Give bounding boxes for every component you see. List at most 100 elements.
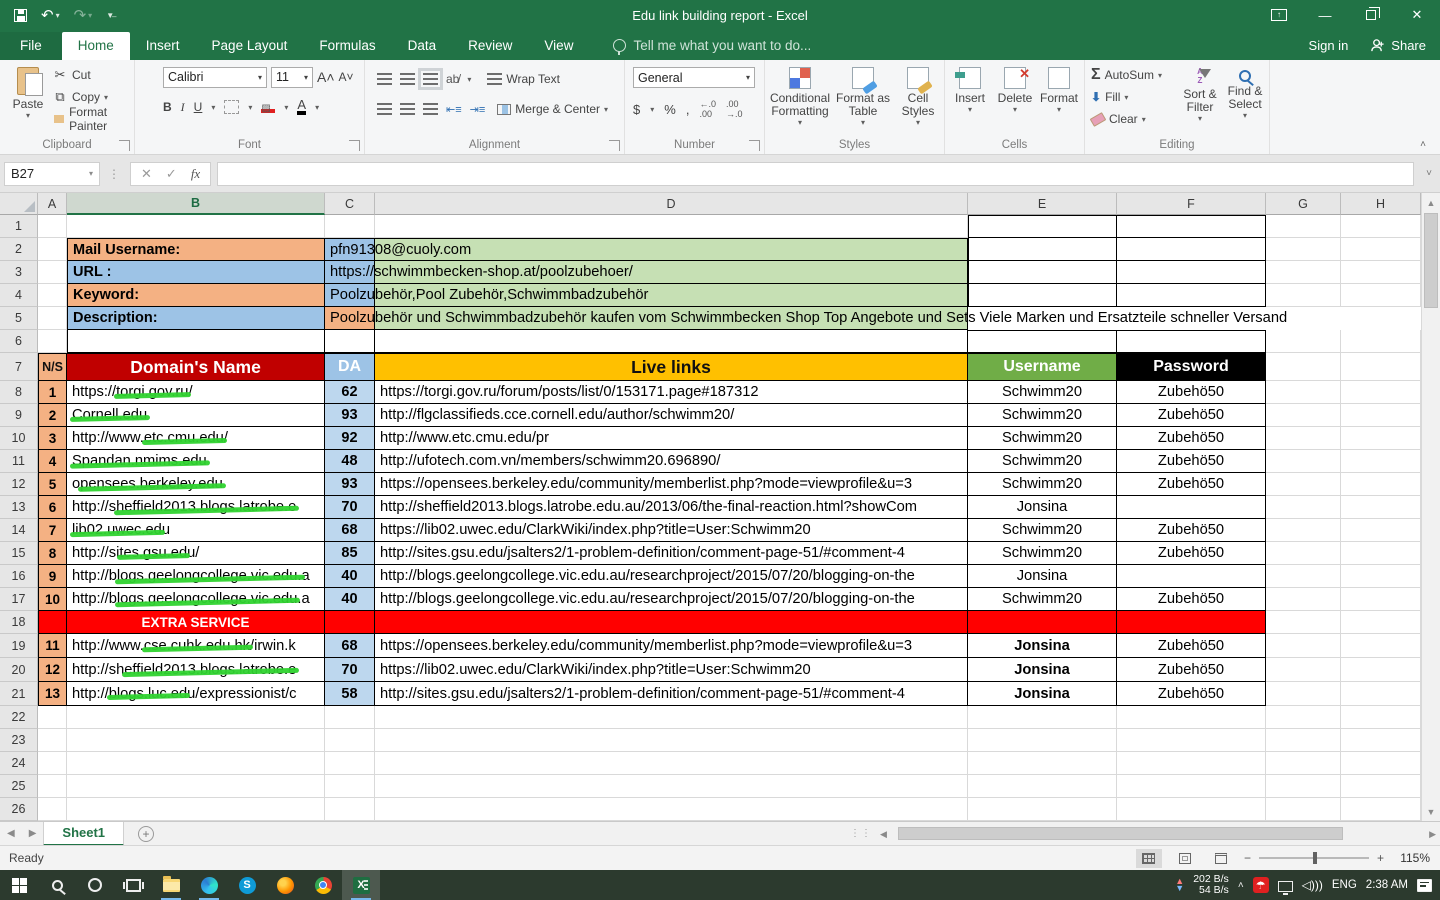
cell-G18[interactable] [1266,611,1341,634]
cell-D21[interactable]: http://sites.gsu.edu/jsalters2/1-problem… [375,682,968,706]
cell-B17[interactable]: http://blogs.geelongcollege.vic.edu.a [67,588,325,611]
tab-home[interactable]: Home [62,32,130,60]
minimize-button[interactable]: — [1302,0,1348,30]
cell-D23[interactable] [375,729,968,752]
cell-E23[interactable] [968,729,1117,752]
cell-G22[interactable] [1266,706,1341,729]
cell-B7[interactable]: Domain's Name [67,353,325,381]
cell-C21[interactable]: 58 [325,682,375,706]
cell-G10[interactable] [1266,427,1341,450]
cell-H20[interactable] [1341,658,1421,682]
cell-A14[interactable]: 7 [38,519,67,542]
decrease-decimal-button[interactable]: .00→.0 [726,99,743,119]
cell-C26[interactable] [325,798,375,821]
undo-button[interactable]: ↶ ▾ [41,6,60,24]
cell-G21[interactable] [1266,682,1341,706]
tab-formulas[interactable]: Formulas [303,32,391,60]
cell-A21[interactable]: 13 [38,682,67,706]
cell-G25[interactable] [1266,775,1341,798]
cell-H7[interactable] [1341,353,1421,381]
cell-C1[interactable] [325,215,375,238]
cell-G1[interactable] [1266,215,1341,238]
cell-H17[interactable] [1341,588,1421,611]
cell-G13[interactable] [1266,496,1341,519]
cell-E21[interactable]: Jonsina [968,682,1117,706]
cell-B15[interactable]: http://sites.gsu.edu/ [67,542,325,565]
cell-D11[interactable]: http://ufotech.com.vn/members/schwimm20.… [375,450,968,473]
normal-view-button[interactable] [1136,849,1162,868]
cell-G26[interactable] [1266,798,1341,821]
cell-A13[interactable]: 6 [38,496,67,519]
cell-D19[interactable]: https://opensees.berkeley.edu/community/… [375,634,968,658]
row-header-16[interactable]: 16 [0,565,38,588]
tab-scroll-splitter[interactable]: ⋮⋮ [844,828,878,839]
cell-E11[interactable]: Schwimm20 [968,450,1117,473]
cell-D8[interactable]: https://torgi.gov.ru/forum/posts/list/0/… [375,381,968,404]
cell-H16[interactable] [1341,565,1421,588]
cell-F3[interactable] [1117,261,1266,284]
cell-G3[interactable] [1266,261,1341,284]
align-left-icon[interactable] [377,103,392,115]
cell-F23[interactable] [1117,729,1266,752]
cell-H4[interactable] [1341,284,1421,307]
cell-H10[interactable] [1341,427,1421,450]
cell-B25[interactable] [67,775,325,798]
cell-F10[interactable]: Zubehö50 [1117,427,1266,450]
cell-G12[interactable] [1266,473,1341,496]
cell-E24[interactable] [968,752,1117,775]
tab-insert[interactable]: Insert [130,32,196,60]
cell-B26[interactable] [67,798,325,821]
excel-taskbar-button[interactable]: X [342,870,380,900]
cell-H23[interactable] [1341,729,1421,752]
close-button[interactable]: ✕ [1394,0,1440,30]
row-header-19[interactable]: 19 [0,634,38,658]
ribbon-display-options-button[interactable]: ↑ [1256,0,1302,30]
column-header-E[interactable]: E [968,193,1117,215]
tell-me-box[interactable]: Tell me what you want to do... [613,38,811,60]
tab-review[interactable]: Review [452,32,528,60]
start-button[interactable] [0,870,38,900]
italic-button[interactable]: I [181,100,185,115]
cell-A22[interactable] [38,706,67,729]
paste-button[interactable]: Paste▾ [6,62,50,138]
cell-B8[interactable]: https://torgi.gov.ru/ [67,381,325,404]
cell-A12[interactable]: 5 [38,473,67,496]
format-painter-button[interactable]: Format Painter [52,108,134,130]
cell-D25[interactable] [375,775,968,798]
format-as-table-button[interactable]: Format as Table▾ [835,62,891,138]
row-header-8[interactable]: 8 [0,381,38,404]
cell-F9[interactable]: Zubehö50 [1117,404,1266,427]
cell-F1[interactable] [1117,215,1266,238]
orientation-button[interactable]: ab̸ [446,72,459,86]
cell-A6[interactable] [38,330,67,353]
cell-G11[interactable] [1266,450,1341,473]
cell-D13[interactable]: http://sheffield2013.blogs.latrobe.edu.a… [375,496,968,519]
cell-B3[interactable]: URL : [67,261,325,284]
scroll-right-arrow[interactable]: ▶ [1429,826,1436,842]
cell-F2[interactable] [1117,238,1266,261]
cell-D7[interactable]: Live links [375,353,968,381]
cell-B20[interactable]: http://sheffield2013.blogs.latrobe.e [67,658,325,682]
column-header-C[interactable]: C [325,193,375,215]
cell-F12[interactable]: Zubehö50 [1117,473,1266,496]
restore-button[interactable] [1348,0,1394,30]
increase-indent-button[interactable]: ⇥≡ [470,103,486,116]
cell-E2[interactable] [968,238,1117,261]
cell-C10[interactable]: 92 [325,427,375,450]
cell-F18[interactable] [1117,611,1266,634]
percent-style-button[interactable]: % [664,102,676,117]
cell-A20[interactable]: 12 [38,658,67,682]
row-header-26[interactable]: 26 [0,798,38,821]
bold-button[interactable]: B [163,100,172,114]
cortana-button[interactable] [76,870,114,900]
cell-F6[interactable] [1117,330,1266,353]
column-header-D[interactable]: D [375,193,968,215]
font-color-button[interactable]: A [297,99,306,115]
column-header-A[interactable]: A [38,193,67,215]
fill-button[interactable]: ⬇Fill▾ [1091,86,1162,108]
volume-tray-icon[interactable]: ◁))) [1302,878,1323,892]
cell-D24[interactable] [375,752,968,775]
cancel-formula-button[interactable]: ✕ [141,166,152,182]
cell-E25[interactable] [968,775,1117,798]
zoom-slider[interactable] [1259,857,1369,859]
